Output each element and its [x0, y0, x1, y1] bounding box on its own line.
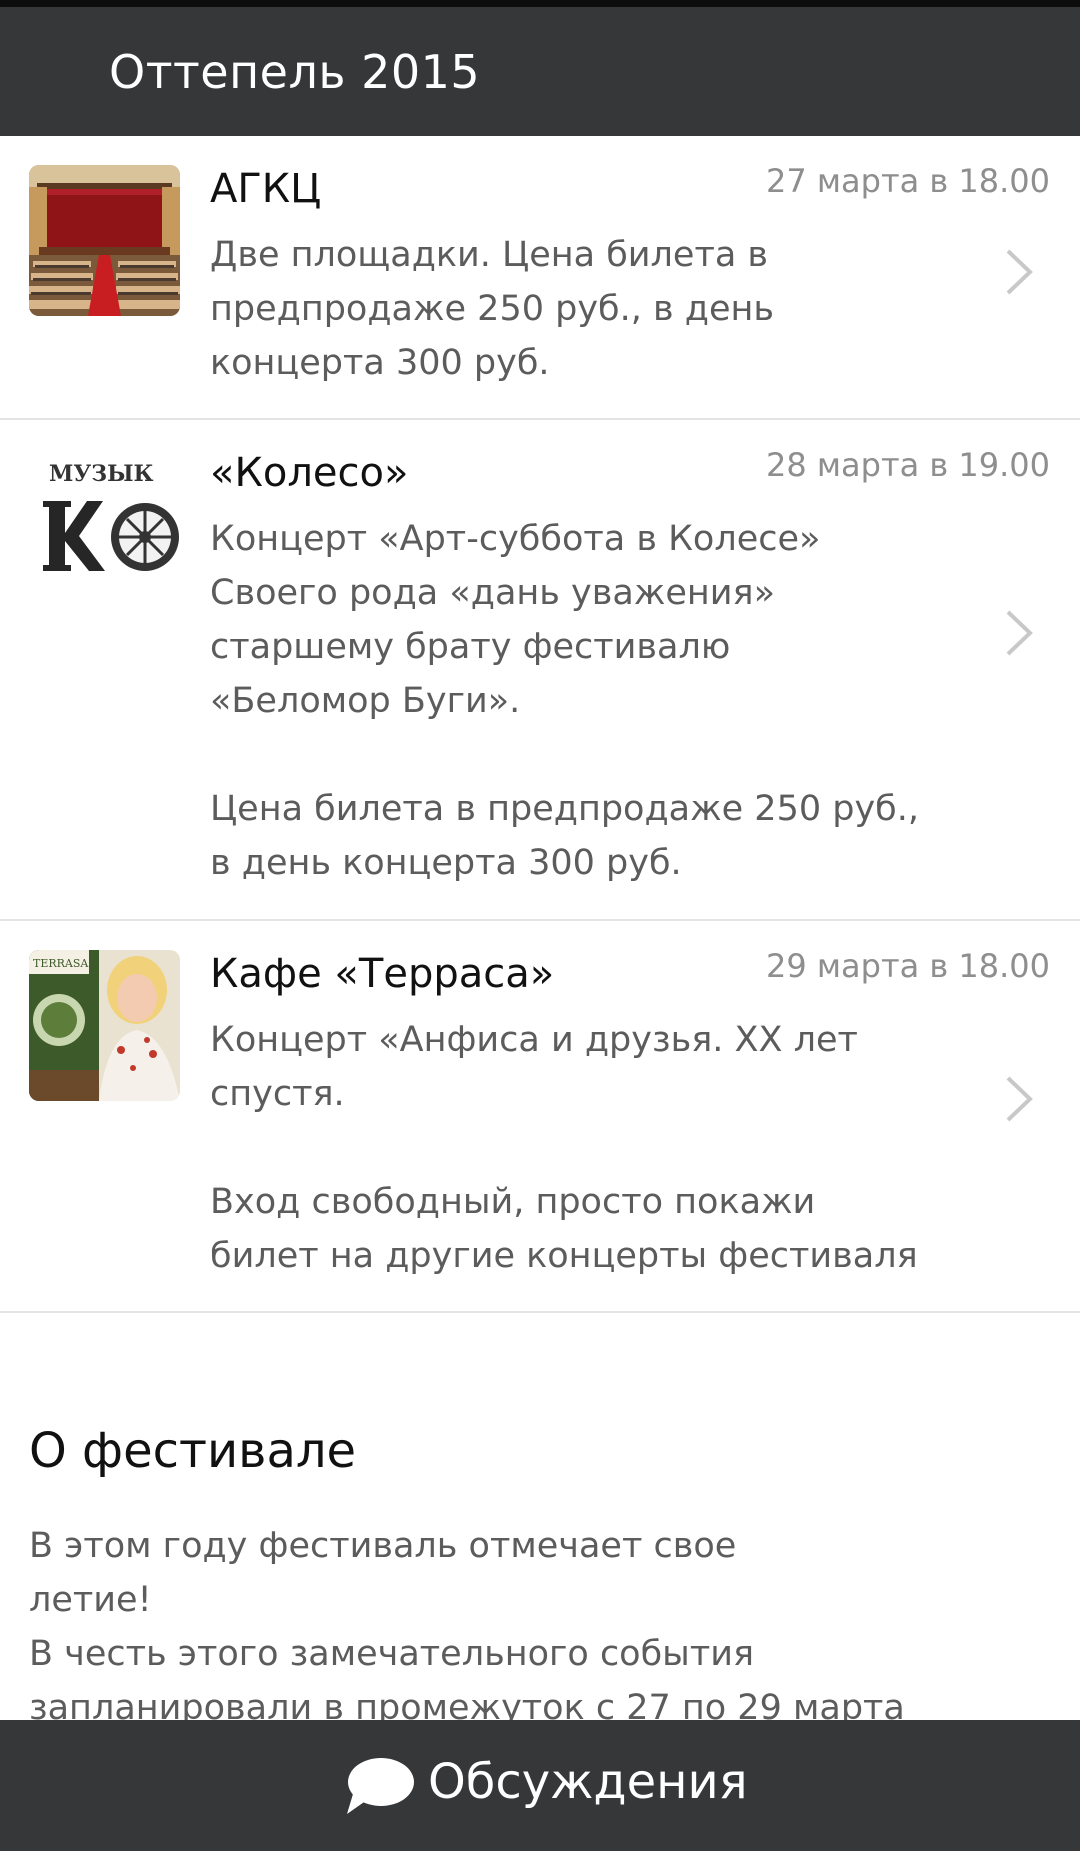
- app-bar: Оттепель 2015: [0, 7, 1080, 136]
- event-row-koleso[interactable]: МУЗЫК «Колесо» 28 марта в 19.00 Концерт …: [0, 420, 1080, 921]
- event-description: Концерт «Анфиса и друзья. XX лет спустя.…: [210, 1020, 918, 1276]
- event-description: Две площадки. Цена билета в предпродаже …: [210, 235, 774, 383]
- event-feed[interactable]: АГКЦ 27 марта в 18.00 Две площадки. Цена…: [0, 136, 1080, 1720]
- event-row-agkc[interactable]: АГКЦ 27 марта в 18.00 Две площадки. Цена…: [0, 136, 1080, 420]
- event-venue: АГКЦ: [210, 166, 322, 212]
- chevron-right-icon[interactable]: [1004, 608, 1034, 658]
- about-section: О фестивале В этом году фестиваль отмеча…: [0, 1313, 1080, 1720]
- event-row-terrasa[interactable]: TERRASA Кафе «Терраса» 29 марта в 18.00 …: [0, 921, 1080, 1313]
- event-venue: Кафе «Терраса»: [210, 951, 555, 997]
- event-date: 29 марта в 18.00: [765, 947, 1050, 985]
- koleso-logo: МУЗЫК: [29, 449, 180, 600]
- app-title: Оттепель 2015: [109, 45, 481, 99]
- discussions-label: Обсуждения: [428, 1754, 748, 1810]
- terrasa-logo-text: TERRASA: [33, 957, 89, 970]
- event-thumbnail-theater: [29, 165, 180, 316]
- event-thumbnail-terrasa: TERRASA: [29, 950, 180, 1101]
- event-venue: «Колесо»: [210, 450, 409, 496]
- event-thumbnail-koleso: МУЗЫК: [29, 449, 180, 600]
- terrasa-singer-photo: TERRASA: [29, 950, 180, 1101]
- event-date: 27 марта в 18.00: [765, 162, 1050, 200]
- speech-bubble-icon: [343, 1754, 415, 1818]
- about-text: В этом году фестиваль отмечает свое лети…: [29, 1526, 905, 1720]
- theater-hall-photo: [29, 165, 180, 316]
- koleso-logo-text: МУЗЫК: [49, 461, 154, 487]
- status-bar: [0, 0, 1080, 7]
- event-description: Концерт «Арт-суббота в Колесе» Своего ро…: [210, 519, 919, 883]
- chevron-right-icon[interactable]: [1004, 1074, 1034, 1124]
- about-title: О фестивале: [29, 1423, 357, 1479]
- chevron-right-icon[interactable]: [1004, 247, 1034, 297]
- discussions-bar[interactable]: Обсуждения: [0, 1720, 1080, 1851]
- event-date: 28 марта в 19.00: [765, 446, 1050, 484]
